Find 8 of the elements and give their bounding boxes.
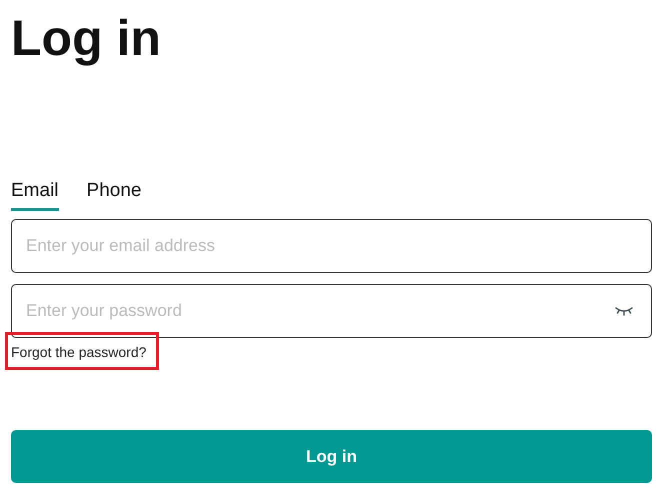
password-field[interactable]: Enter your password [11, 284, 652, 338]
login-button[interactable]: Log in [11, 430, 652, 483]
tab[interactable]: Email [11, 180, 59, 211]
email-field[interactable]: Enter your email address [11, 219, 652, 273]
closed-eye-icon[interactable] [614, 305, 634, 317]
tab[interactable]: Phone [86, 180, 142, 211]
page-title: Log in [11, 9, 162, 68]
forgot-password-link[interactable]: Forgot the password? [11, 344, 146, 360]
